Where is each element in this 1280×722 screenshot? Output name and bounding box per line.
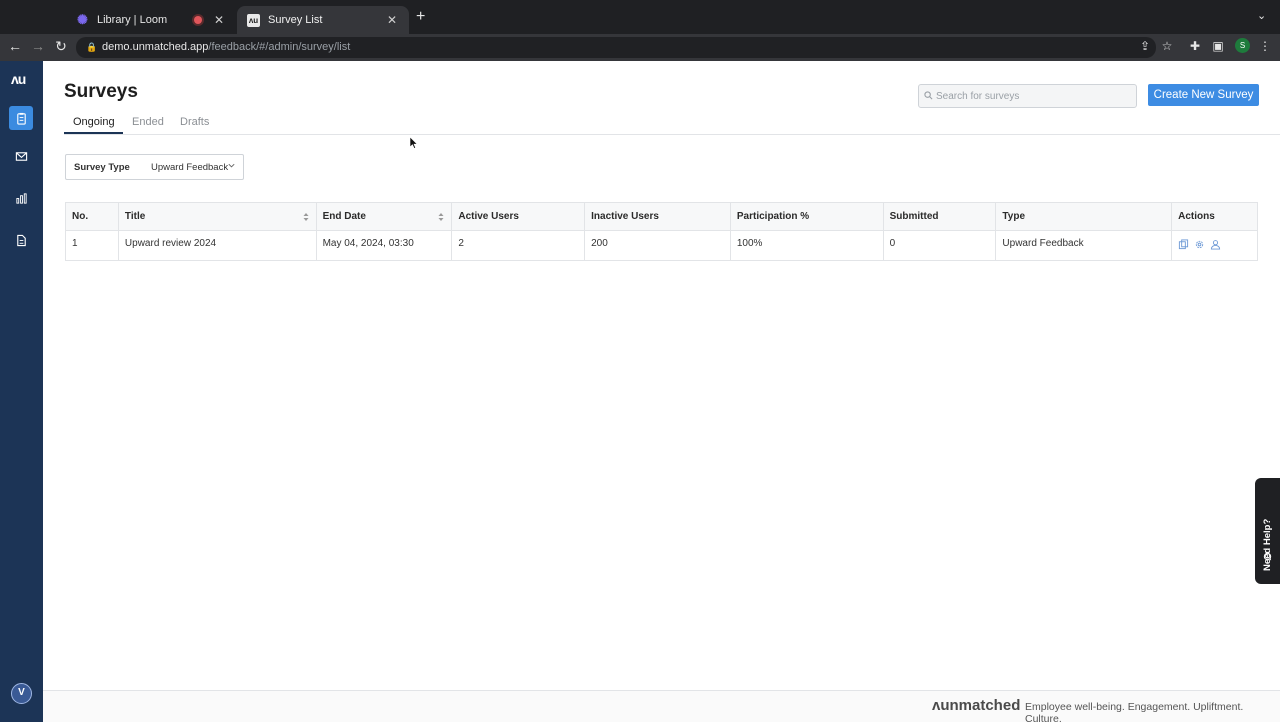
tab-ongoing[interactable]: Ongoing xyxy=(73,116,115,128)
app-sidebar: ᴧu V xyxy=(0,61,43,722)
page-footer: ᴧunmatched Employee well-being. Engageme… xyxy=(43,690,1280,722)
sidebar-item-surveys[interactable] xyxy=(9,106,33,130)
browser-tab-title: Library | Loom xyxy=(97,14,168,26)
column-header-no: No. xyxy=(66,203,119,230)
bookmark-star-icon[interactable]: ☆ xyxy=(1159,39,1175,53)
active-tab-indicator xyxy=(64,132,123,134)
share-icon[interactable]: ⇪ xyxy=(1137,39,1153,53)
column-header-submitted: Submitted xyxy=(884,203,997,230)
search-input[interactable] xyxy=(919,85,1136,107)
back-arrow-icon[interactable]: ← xyxy=(6,38,24,54)
cell-no: 1 xyxy=(66,231,119,260)
url-domain: demo.unmatched.app xyxy=(102,41,209,53)
browser-menu-icon[interactable]: ⋮ xyxy=(1257,39,1273,53)
column-header-active-users: Active Users xyxy=(452,203,586,230)
footer-tagline: Employee well-being. Engagement. Upliftm… xyxy=(1025,701,1244,722)
browser-tab-survey-list[interactable]: ᴧu Survey List ✕ xyxy=(237,6,409,34)
mouse-cursor-icon xyxy=(410,137,418,149)
bar-chart-icon xyxy=(15,192,27,204)
cell-actions xyxy=(1172,231,1257,260)
column-header-end-date[interactable]: End Date xyxy=(317,203,453,230)
sort-icon[interactable] xyxy=(303,212,309,222)
forward-arrow-icon[interactable]: → xyxy=(29,38,47,54)
browser-tab-loom[interactable]: ✺ Library | Loom ✕ xyxy=(66,6,236,34)
survey-type-filter[interactable]: Survey Type Upward Feedback xyxy=(65,154,244,180)
document-icon xyxy=(16,234,26,246)
cell-participation: 100% xyxy=(731,231,884,260)
extensions-puzzle-icon[interactable]: ✚ xyxy=(1187,39,1203,53)
column-header-end-date-label: End Date xyxy=(322,211,366,222)
sort-icon[interactable] xyxy=(438,212,444,222)
au-icon: ᴧu xyxy=(247,13,260,27)
sidebar-item-analytics[interactable] xyxy=(9,186,33,210)
browser-tab-bar: ✺ Library | Loom ✕ ᴧu Survey List ✕ + ⌄ xyxy=(0,0,1280,34)
search-box xyxy=(918,84,1137,108)
table-header-row: No. Title End Date Active Users Inactive… xyxy=(66,203,1257,231)
mail-icon xyxy=(15,151,27,161)
table-row[interactable]: 1 Upward review 2024 May 04, 2024, 03:30… xyxy=(66,231,1257,260)
url-path: /feedback/#/admin/survey/list xyxy=(208,41,351,53)
need-help-label: Need Help? xyxy=(1262,518,1273,571)
recording-indicator-icon xyxy=(194,16,202,24)
survey-type-label: Survey Type xyxy=(74,162,130,173)
clipboard-icon xyxy=(16,112,26,125)
page-title: Surveys xyxy=(64,81,138,102)
create-new-survey-button[interactable]: Create New Survey xyxy=(1148,84,1259,106)
cell-title[interactable]: Upward review 2024 xyxy=(119,231,317,260)
close-tab-icon[interactable]: ✕ xyxy=(212,13,226,27)
need-help-tab[interactable]: Need Help? xyxy=(1255,478,1280,584)
surveys-table: No. Title End Date Active Users Inactive… xyxy=(65,202,1258,261)
cell-inactive-users: 200 xyxy=(585,231,731,260)
user-icon[interactable] xyxy=(1210,239,1221,250)
cell-type: Upward Feedback xyxy=(996,231,1173,260)
browser-address-bar: ← → ↻ 🔒 demo.unmatched.app/feedback/#/ad… xyxy=(0,34,1280,61)
lock-icon: 🔒 xyxy=(86,42,98,52)
column-header-actions: Actions xyxy=(1178,211,1215,222)
cell-submitted: 0 xyxy=(884,231,997,260)
browser-tab-title: Survey List xyxy=(268,14,323,26)
cell-active-users: 2 xyxy=(452,231,586,260)
column-header-title-label: Title xyxy=(124,211,146,222)
tab-drafts[interactable]: Drafts xyxy=(180,116,209,128)
cell-end-date: May 04, 2024, 03:30 xyxy=(317,231,453,260)
survey-status-tabs: Ongoing Ended Drafts xyxy=(64,110,1280,135)
search-icon xyxy=(924,91,933,100)
survey-type-value: Upward Feedback xyxy=(151,162,229,173)
chevron-down-icon xyxy=(228,163,235,168)
sidebar-item-mail[interactable] xyxy=(9,144,33,168)
reload-icon[interactable]: ↻ xyxy=(52,38,70,55)
copy-icon[interactable] xyxy=(1178,239,1189,250)
column-header-type: Type xyxy=(996,203,1173,230)
settings-gear-icon[interactable] xyxy=(1194,239,1205,250)
user-avatar[interactable]: V xyxy=(11,683,32,704)
side-panel-icon[interactable]: ▣ xyxy=(1210,39,1226,53)
tab-search-chevron-icon[interactable]: ⌄ xyxy=(1257,9,1266,22)
browser-profile-avatar[interactable]: S xyxy=(1235,38,1250,53)
tab-ended[interactable]: Ended xyxy=(132,116,164,128)
new-tab-icon[interactable]: + xyxy=(416,8,425,26)
close-tab-icon[interactable]: ✕ xyxy=(385,13,399,27)
loom-icon: ✺ xyxy=(77,12,88,27)
column-header-title[interactable]: Title xyxy=(119,203,317,230)
column-header-participation: Participation % xyxy=(731,203,884,230)
url-field[interactable]: 🔒 demo.unmatched.app/feedback/#/admin/su… xyxy=(76,37,1156,58)
footer-brand-logo: ᴧunmatched xyxy=(932,697,1021,714)
column-header-inactive-users: Inactive Users xyxy=(585,203,731,230)
app-logo[interactable]: ᴧu xyxy=(11,71,26,87)
row-actions xyxy=(1178,231,1257,250)
sidebar-item-reports[interactable] xyxy=(9,228,33,252)
